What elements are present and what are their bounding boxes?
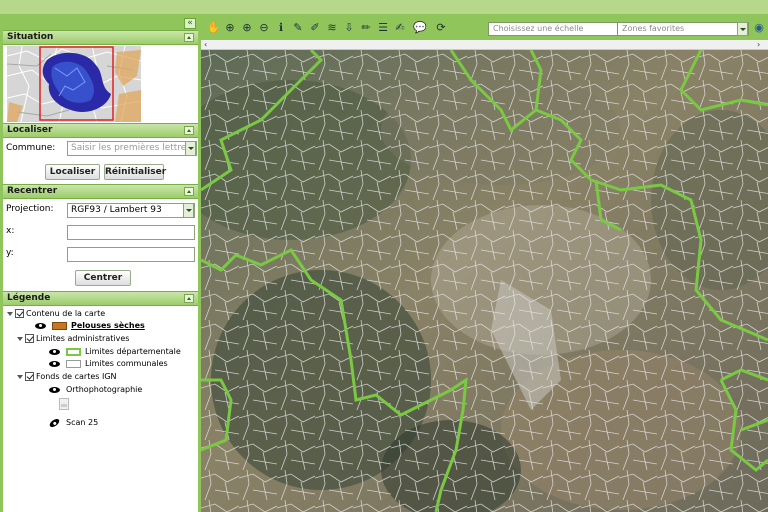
scale-placeholder: Choisissez une échelle — [493, 24, 584, 33]
commune-row: Commune: Saisir les premières lettres — [3, 138, 198, 160]
localiser-buttons-row: Localiser Réinitialiser — [3, 160, 198, 184]
map-horizontal-scrollbar[interactable]: ‹ › — [201, 40, 768, 50]
commune-dropdown-icon[interactable] — [185, 141, 196, 156]
collapse-toggle-icon[interactable] — [184, 294, 194, 303]
favorites-select[interactable]: Zones favorites — [617, 22, 749, 36]
legend-tree: Contenu de la carte Pelouses sèches Limi… — [3, 306, 198, 476]
y-input[interactable] — [67, 247, 195, 262]
pencil-icon[interactable]: ✍ — [394, 21, 406, 34]
favorites-placeholder: Zones favorites — [622, 24, 685, 33]
legend-group-contenu[interactable]: Contenu de la carte — [7, 309, 105, 318]
x-row: x: — [3, 221, 198, 243]
collapse-toggle-icon[interactable] — [184, 33, 194, 42]
zoom-out-icon[interactable]: ⊖ — [258, 21, 270, 34]
eye-off-icon[interactable] — [48, 416, 61, 429]
zoom-box-icon[interactable]: ⊕ — [224, 21, 236, 34]
top-banner — [0, 0, 768, 14]
list-icon[interactable]: ☰ — [377, 21, 389, 34]
localiser-header[interactable]: Localiser — [3, 123, 198, 138]
legend-item-label: Limites communales — [85, 359, 168, 368]
measure-icon[interactable]: ✎ — [292, 21, 304, 34]
legend-group-label: Fonds de cartes IGN — [36, 372, 117, 381]
layers-icon[interactable]: ≋ — [326, 21, 338, 34]
projection-row: Projection: RGF93 / Lambert 93 — [3, 199, 198, 221]
legend-item-label: Limites départementale — [85, 347, 181, 356]
collapse-toggle-icon[interactable] — [184, 187, 194, 196]
pelouses-swatch — [52, 321, 67, 330]
favorites-dropdown-icon[interactable] — [737, 22, 748, 36]
map-area: ✋ ⊕ ⊕ ⊖ ℹ ✎ ✐ ≋ ⇩ ✏ ☰ ✍ 💬 ⟳ Choisissez u… — [201, 17, 768, 512]
y-row: y: — [3, 243, 198, 265]
legend-item-pelouses[interactable]: Pelouses sèches — [35, 321, 145, 330]
left-panel: « Situation Localiser Commune: Saisir le… — [3, 17, 198, 512]
recentrer-title: Recentrer — [7, 186, 58, 196]
legend-group-limites[interactable]: Limites administratives — [17, 334, 129, 343]
legend-group-fonds[interactable]: Fonds de cartes IGN — [17, 372, 117, 381]
scale-select[interactable]: Choisissez une échelle — [488, 22, 632, 36]
expand-triangle-icon[interactable] — [7, 311, 13, 316]
commune-label: Commune: — [6, 143, 56, 153]
zoom-in-icon[interactable]: ⊕ — [241, 21, 253, 34]
projection-select[interactable]: RGF93 / Lambert 93 — [67, 203, 195, 218]
legend-item-scan25[interactable]: Scan 25 — [48, 416, 99, 429]
left-panel-collapse-strip: « — [3, 17, 198, 30]
expand-triangle-icon[interactable] — [17, 374, 23, 379]
legende-title: Légende — [7, 293, 51, 303]
eye-icon[interactable] — [35, 322, 46, 329]
comment-icon[interactable]: 💬 — [413, 21, 427, 34]
x-input[interactable] — [67, 225, 195, 240]
localiser-button[interactable]: Localiser — [45, 164, 100, 180]
recentrer-header[interactable]: Recentrer — [3, 184, 198, 199]
map-toolbar: ✋ ⊕ ⊕ ⊖ ℹ ✎ ✐ ≋ ⇩ ✏ ☰ ✍ 💬 ⟳ Choisissez u… — [201, 17, 768, 40]
legend-group-label: Contenu de la carte — [26, 309, 106, 318]
collapse-toggle-icon[interactable] — [184, 126, 194, 135]
legende-header[interactable]: Légende — [3, 291, 198, 306]
export-icon[interactable]: ⇩ — [343, 21, 355, 34]
legend-group-label: Limites administratives — [36, 334, 130, 343]
situation-header[interactable]: Situation — [3, 30, 198, 45]
reinitialiser-button[interactable]: Réinitialiser — [104, 164, 166, 180]
app-frame: « Situation Localiser Commune: Saisir le… — [0, 14, 768, 512]
checkbox-limites[interactable] — [25, 334, 34, 343]
centrer-button[interactable]: Centrer — [75, 270, 131, 286]
localiser-title: Localiser — [7, 125, 53, 135]
commune-placeholder: Saisir les premières lettres — [71, 143, 192, 153]
departementale-swatch — [66, 347, 81, 356]
eye-icon[interactable] — [49, 386, 60, 393]
ortho-thumbnail-icon — [59, 398, 69, 410]
legend-item-label: Orthophotographie — [66, 385, 143, 394]
pan-hand-icon[interactable]: ✋ — [207, 21, 221, 34]
overview-map[interactable] — [7, 46, 141, 122]
collapse-panel-button[interactable]: « — [184, 18, 196, 29]
refresh-icon[interactable]: ⟳ — [435, 21, 447, 34]
projection-dropdown-icon[interactable] — [183, 203, 194, 218]
situation-panel — [3, 45, 198, 123]
eye-icon[interactable] — [49, 360, 60, 367]
y-label: y: — [6, 248, 14, 258]
expand-triangle-icon[interactable] — [17, 336, 23, 341]
draw-icon[interactable]: ✐ — [309, 21, 321, 34]
legend-item-ortho[interactable]: Orthophotographie — [49, 385, 142, 394]
legend-item-departementale[interactable]: Limites départementale — [49, 347, 181, 356]
communales-swatch — [66, 359, 81, 368]
legend-item-label: Scan 25 — [66, 418, 99, 427]
commune-input[interactable]: Saisir les premières lettres — [67, 141, 197, 156]
checkbox-fonds[interactable] — [25, 372, 34, 381]
info-icon[interactable]: ℹ — [275, 21, 287, 34]
edit-icon[interactable]: ✏ — [360, 21, 372, 34]
map-view[interactable] — [201, 50, 768, 512]
scroll-right-icon[interactable]: › — [757, 41, 765, 49]
situation-title: Situation — [7, 32, 54, 42]
x-label: x: — [6, 226, 15, 236]
legend-item-label: Pelouses sèches — [71, 321, 145, 330]
globe-icon[interactable]: ◉ — [753, 21, 765, 34]
projection-label: Projection: — [6, 204, 54, 214]
checkbox-contenu[interactable] — [15, 309, 24, 318]
centrer-row: Centrer — [3, 265, 198, 291]
scroll-left-icon[interactable]: ‹ — [204, 41, 212, 49]
legend-item-communales[interactable]: Limites communales — [49, 359, 168, 368]
eye-icon[interactable] — [49, 348, 60, 355]
projection-value: RGF93 / Lambert 93 — [71, 205, 162, 215]
